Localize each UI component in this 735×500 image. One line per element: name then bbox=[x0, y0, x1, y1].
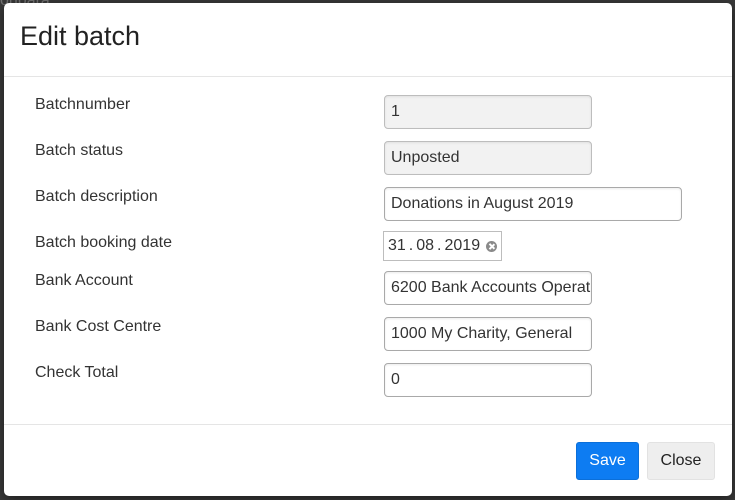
date-day[interactable]: 31 bbox=[388, 232, 406, 260]
close-circle-icon[interactable] bbox=[486, 240, 498, 252]
batch-status-label: Batch status bbox=[35, 142, 124, 159]
bank-cost-centre-label: Bank Cost Centre bbox=[35, 318, 162, 335]
bank-account-input[interactable]: 6200 Bank Accounts Operating bbox=[384, 271, 592, 305]
batchnumber-label: Batchnumber bbox=[35, 96, 131, 113]
check-total-input[interactable]: 0 bbox=[384, 363, 592, 397]
batch-description-input[interactable]: Donations in August 2019 bbox=[384, 187, 682, 221]
batch-status-field: Unposted bbox=[384, 141, 592, 175]
close-button[interactable]: Close bbox=[647, 442, 715, 480]
dialog-footer: Save Close bbox=[4, 424, 732, 496]
bank-account-label: Bank Account bbox=[35, 272, 133, 289]
batch-description-label: Batch description bbox=[35, 188, 158, 205]
bank-cost-centre-input[interactable]: 1000 My Charity, General bbox=[384, 317, 592, 351]
date-month[interactable]: 08 bbox=[416, 232, 434, 260]
date-separator: . bbox=[408, 237, 414, 254]
dialog-title: Edit batch bbox=[20, 21, 141, 51]
batch-booking-date-label: Batch booking date bbox=[35, 234, 172, 251]
dialog-header: Edit batch bbox=[4, 3, 732, 77]
edit-batch-dialog: Edit batch Batchnumber 1 Batch status Un… bbox=[4, 3, 732, 496]
date-separator: . bbox=[437, 237, 442, 254]
save-button[interactable]: Save bbox=[576, 442, 639, 480]
check-total-label: Check Total bbox=[35, 364, 119, 381]
batch-booking-date-picker[interactable]: 31 . 08 . 2019 bbox=[383, 231, 503, 261]
batchnumber-field: 1 bbox=[384, 95, 592, 129]
date-year[interactable]: 2019 bbox=[445, 232, 481, 260]
